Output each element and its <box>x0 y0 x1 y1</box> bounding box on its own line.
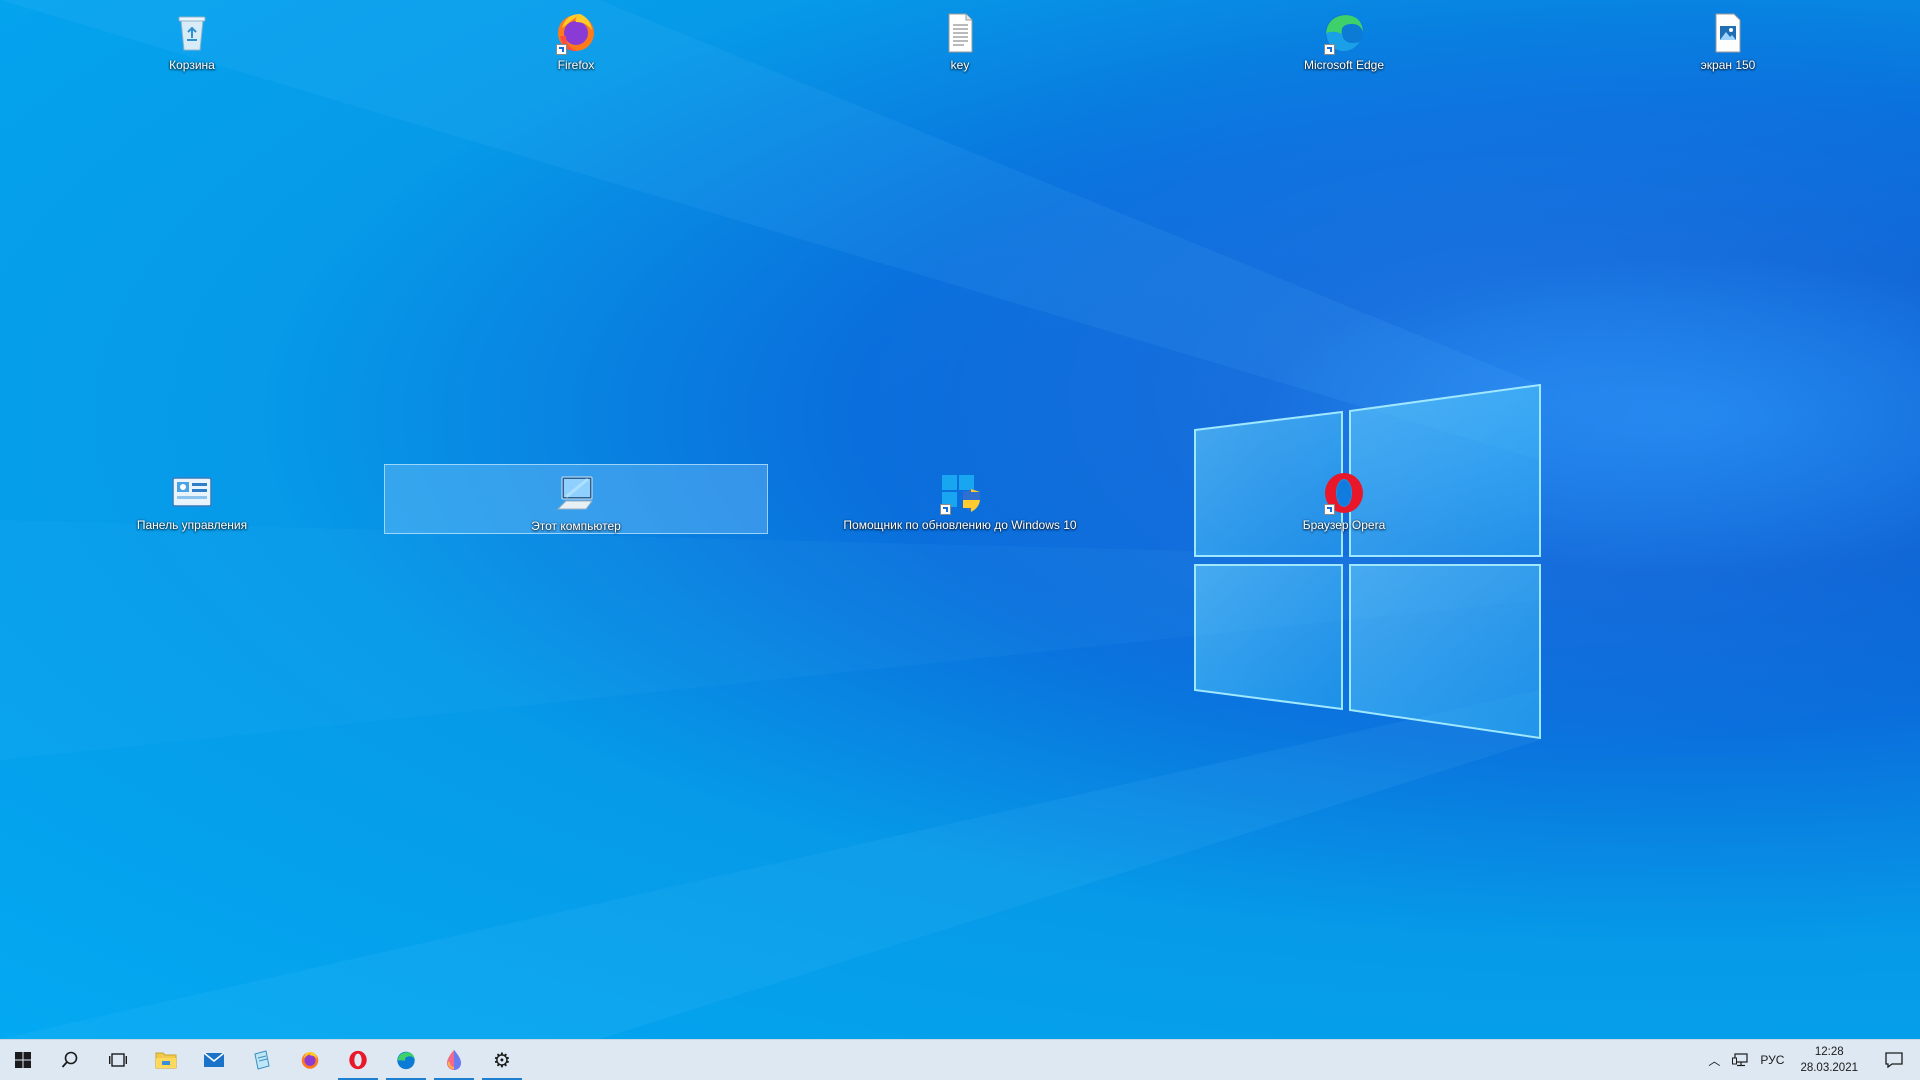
action-center-button[interactable] <box>1868 1040 1920 1080</box>
desktop-icon-recycle-bin[interactable]: Корзина <box>0 4 384 74</box>
desktop-icon-key[interactable]: key <box>768 4 1152 74</box>
file-explorer-button[interactable] <box>142 1040 190 1080</box>
clock-time: 12:28 <box>1814 1046 1844 1058</box>
clock[interactable]: 12:28 28.03.2021 <box>1790 1040 1868 1080</box>
desktop-icon-microsoft-edge[interactable]: Microsoft Edge <box>1152 4 1536 74</box>
folder-icon <box>155 1052 177 1069</box>
desktop-icon-label: Панель управления <box>136 518 248 532</box>
network-icon <box>1732 1053 1749 1067</box>
edge-taskbar-button[interactable] <box>382 1040 430 1080</box>
desktop-icon-windows-update-assistant[interactable]: Помощник по обновлению до Windows 10 <box>768 464 1152 534</box>
shortcut-arrow-icon <box>1324 44 1335 55</box>
desktop[interactable]: Корзина Firefox key Microsoft Edge экран… <box>0 0 1920 1039</box>
shortcut-arrow-icon <box>1324 504 1335 515</box>
network-button[interactable] <box>1726 1040 1754 1080</box>
edge-icon <box>397 1051 415 1070</box>
task-view-button[interactable] <box>94 1040 142 1080</box>
desktop-icon-label: Этот компьютер <box>531 519 621 533</box>
shortcut-arrow-icon <box>556 44 567 55</box>
firefox-icon <box>301 1051 319 1069</box>
firefox-icon <box>552 8 600 56</box>
desktop-icon-label: экран 150 <box>1700 58 1756 72</box>
desktop-icon-screen-image[interactable]: экран 150 <box>1536 4 1920 74</box>
desktop-icon-label: Корзина <box>169 58 215 72</box>
paint-drop-icon <box>447 1050 461 1070</box>
start-button[interactable] <box>0 1040 46 1080</box>
shortcut-arrow-icon <box>940 504 951 515</box>
opera-icon <box>349 1050 367 1070</box>
edge-icon <box>1320 8 1368 56</box>
image-file-icon <box>1704 8 1752 56</box>
windows-logo-icon <box>15 1052 31 1068</box>
desktop-icon-label: Firefox <box>557 58 595 72</box>
text-document-icon <box>936 8 984 56</box>
gear-icon: ⚙ <box>493 1048 511 1072</box>
opera-icon <box>1320 468 1368 516</box>
settings-taskbar-button[interactable]: ⚙ <box>478 1040 526 1080</box>
taskbar: ⚙ ︿ РУС 12:28 28.03.2021 <box>0 1039 1920 1080</box>
desktop-icon-label: Помощник по обновлению до Windows 10 <box>843 518 1077 532</box>
search-button[interactable] <box>46 1040 94 1080</box>
action-center-icon <box>1885 1052 1903 1068</box>
firefox-taskbar-button[interactable] <box>286 1040 334 1080</box>
language-indicator[interactable]: РУС <box>1754 1040 1790 1080</box>
mail-icon <box>203 1052 225 1067</box>
paint3d-taskbar-button[interactable] <box>430 1040 478 1080</box>
desktop-icon-control-panel[interactable]: Панель управления <box>0 464 384 534</box>
windows-update-assistant-icon <box>936 468 984 516</box>
this-pc-icon <box>552 469 600 517</box>
recycle-bin-icon <box>168 8 216 56</box>
desktop-icon-label: Браузер Opera <box>1302 518 1386 532</box>
desktop-icon-label: Microsoft Edge <box>1303 58 1385 72</box>
desktop-icon-label: key <box>950 58 970 72</box>
desktop-icon-this-pc[interactable]: Этот компьютер <box>384 464 768 534</box>
search-icon <box>61 1051 78 1068</box>
desktop-icon-opera[interactable]: Браузер Opera <box>1152 464 1536 534</box>
mail-button[interactable] <box>190 1040 238 1080</box>
notepad-icon <box>254 1050 270 1070</box>
notepad-button[interactable] <box>238 1040 286 1080</box>
show-hidden-icons-button[interactable]: ︿ <box>1702 1040 1726 1080</box>
chevron-up-icon: ︿ <box>1708 1053 1721 1068</box>
task-view-icon <box>109 1053 127 1067</box>
control-panel-icon <box>168 468 216 516</box>
desktop-icon-firefox[interactable]: Firefox <box>384 4 768 74</box>
opera-taskbar-button[interactable] <box>334 1040 382 1080</box>
clock-date: 28.03.2021 <box>1800 1062 1858 1074</box>
system-tray: ︿ РУС 12:28 28.03.2021 <box>1702 1040 1920 1080</box>
